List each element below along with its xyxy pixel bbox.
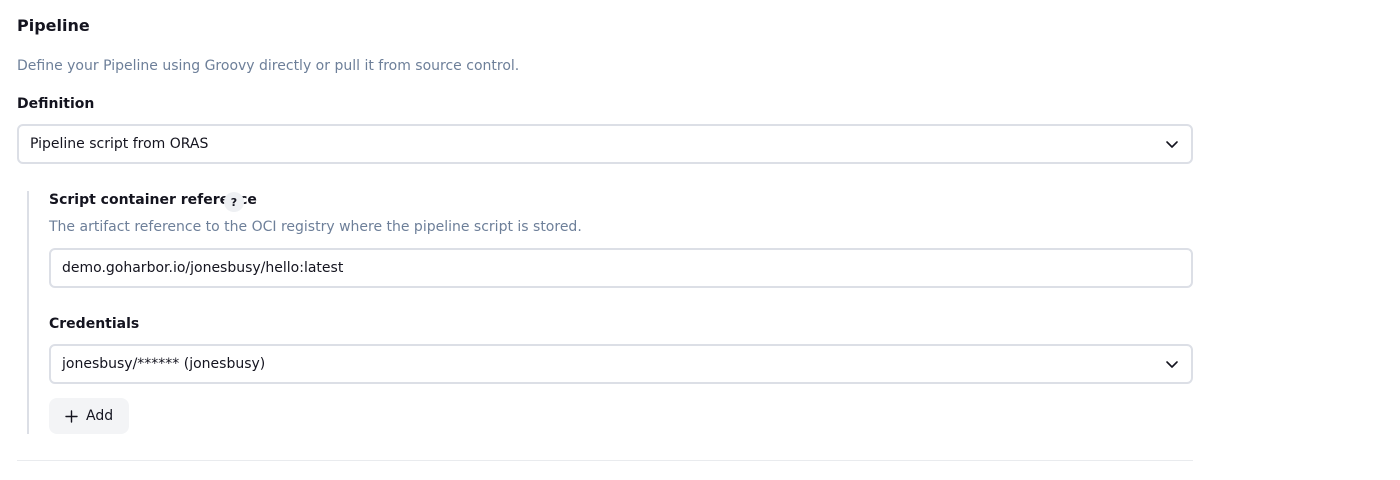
chevron-down-icon <box>1166 141 1178 148</box>
help-icon[interactable]: ? <box>224 192 244 212</box>
pipeline-config-page: Pipeline Define your Pipeline using Groo… <box>0 0 1400 480</box>
add-button-label: Add <box>86 408 114 424</box>
definition-selected-value: Pipeline script from ORAS <box>30 136 209 152</box>
credentials-label: Credentials <box>49 316 140 332</box>
credentials-selected-value: jonesbusy/****** (jonesbusy) <box>62 356 266 372</box>
script-container-input[interactable]: demo.goharbor.io/jonesbusy/hello:latest <box>49 248 1193 288</box>
nested-section-bar <box>27 191 29 434</box>
add-credentials-button[interactable]: Add <box>49 398 129 434</box>
script-container-description: The artifact reference to the OCI regist… <box>49 219 582 235</box>
section-divider <box>17 460 1193 461</box>
plus-icon <box>65 409 78 423</box>
section-title: Pipeline <box>17 16 90 35</box>
script-container-value: demo.goharbor.io/jonesbusy/hello:latest <box>62 260 344 276</box>
credentials-select[interactable]: jonesbusy/****** (jonesbusy) <box>49 344 1193 384</box>
definition-select[interactable]: Pipeline script from ORAS <box>17 124 1193 164</box>
chevron-down-icon <box>1166 361 1178 368</box>
definition-label: Definition <box>17 96 95 112</box>
section-description: Define your Pipeline using Groovy direct… <box>17 58 520 74</box>
